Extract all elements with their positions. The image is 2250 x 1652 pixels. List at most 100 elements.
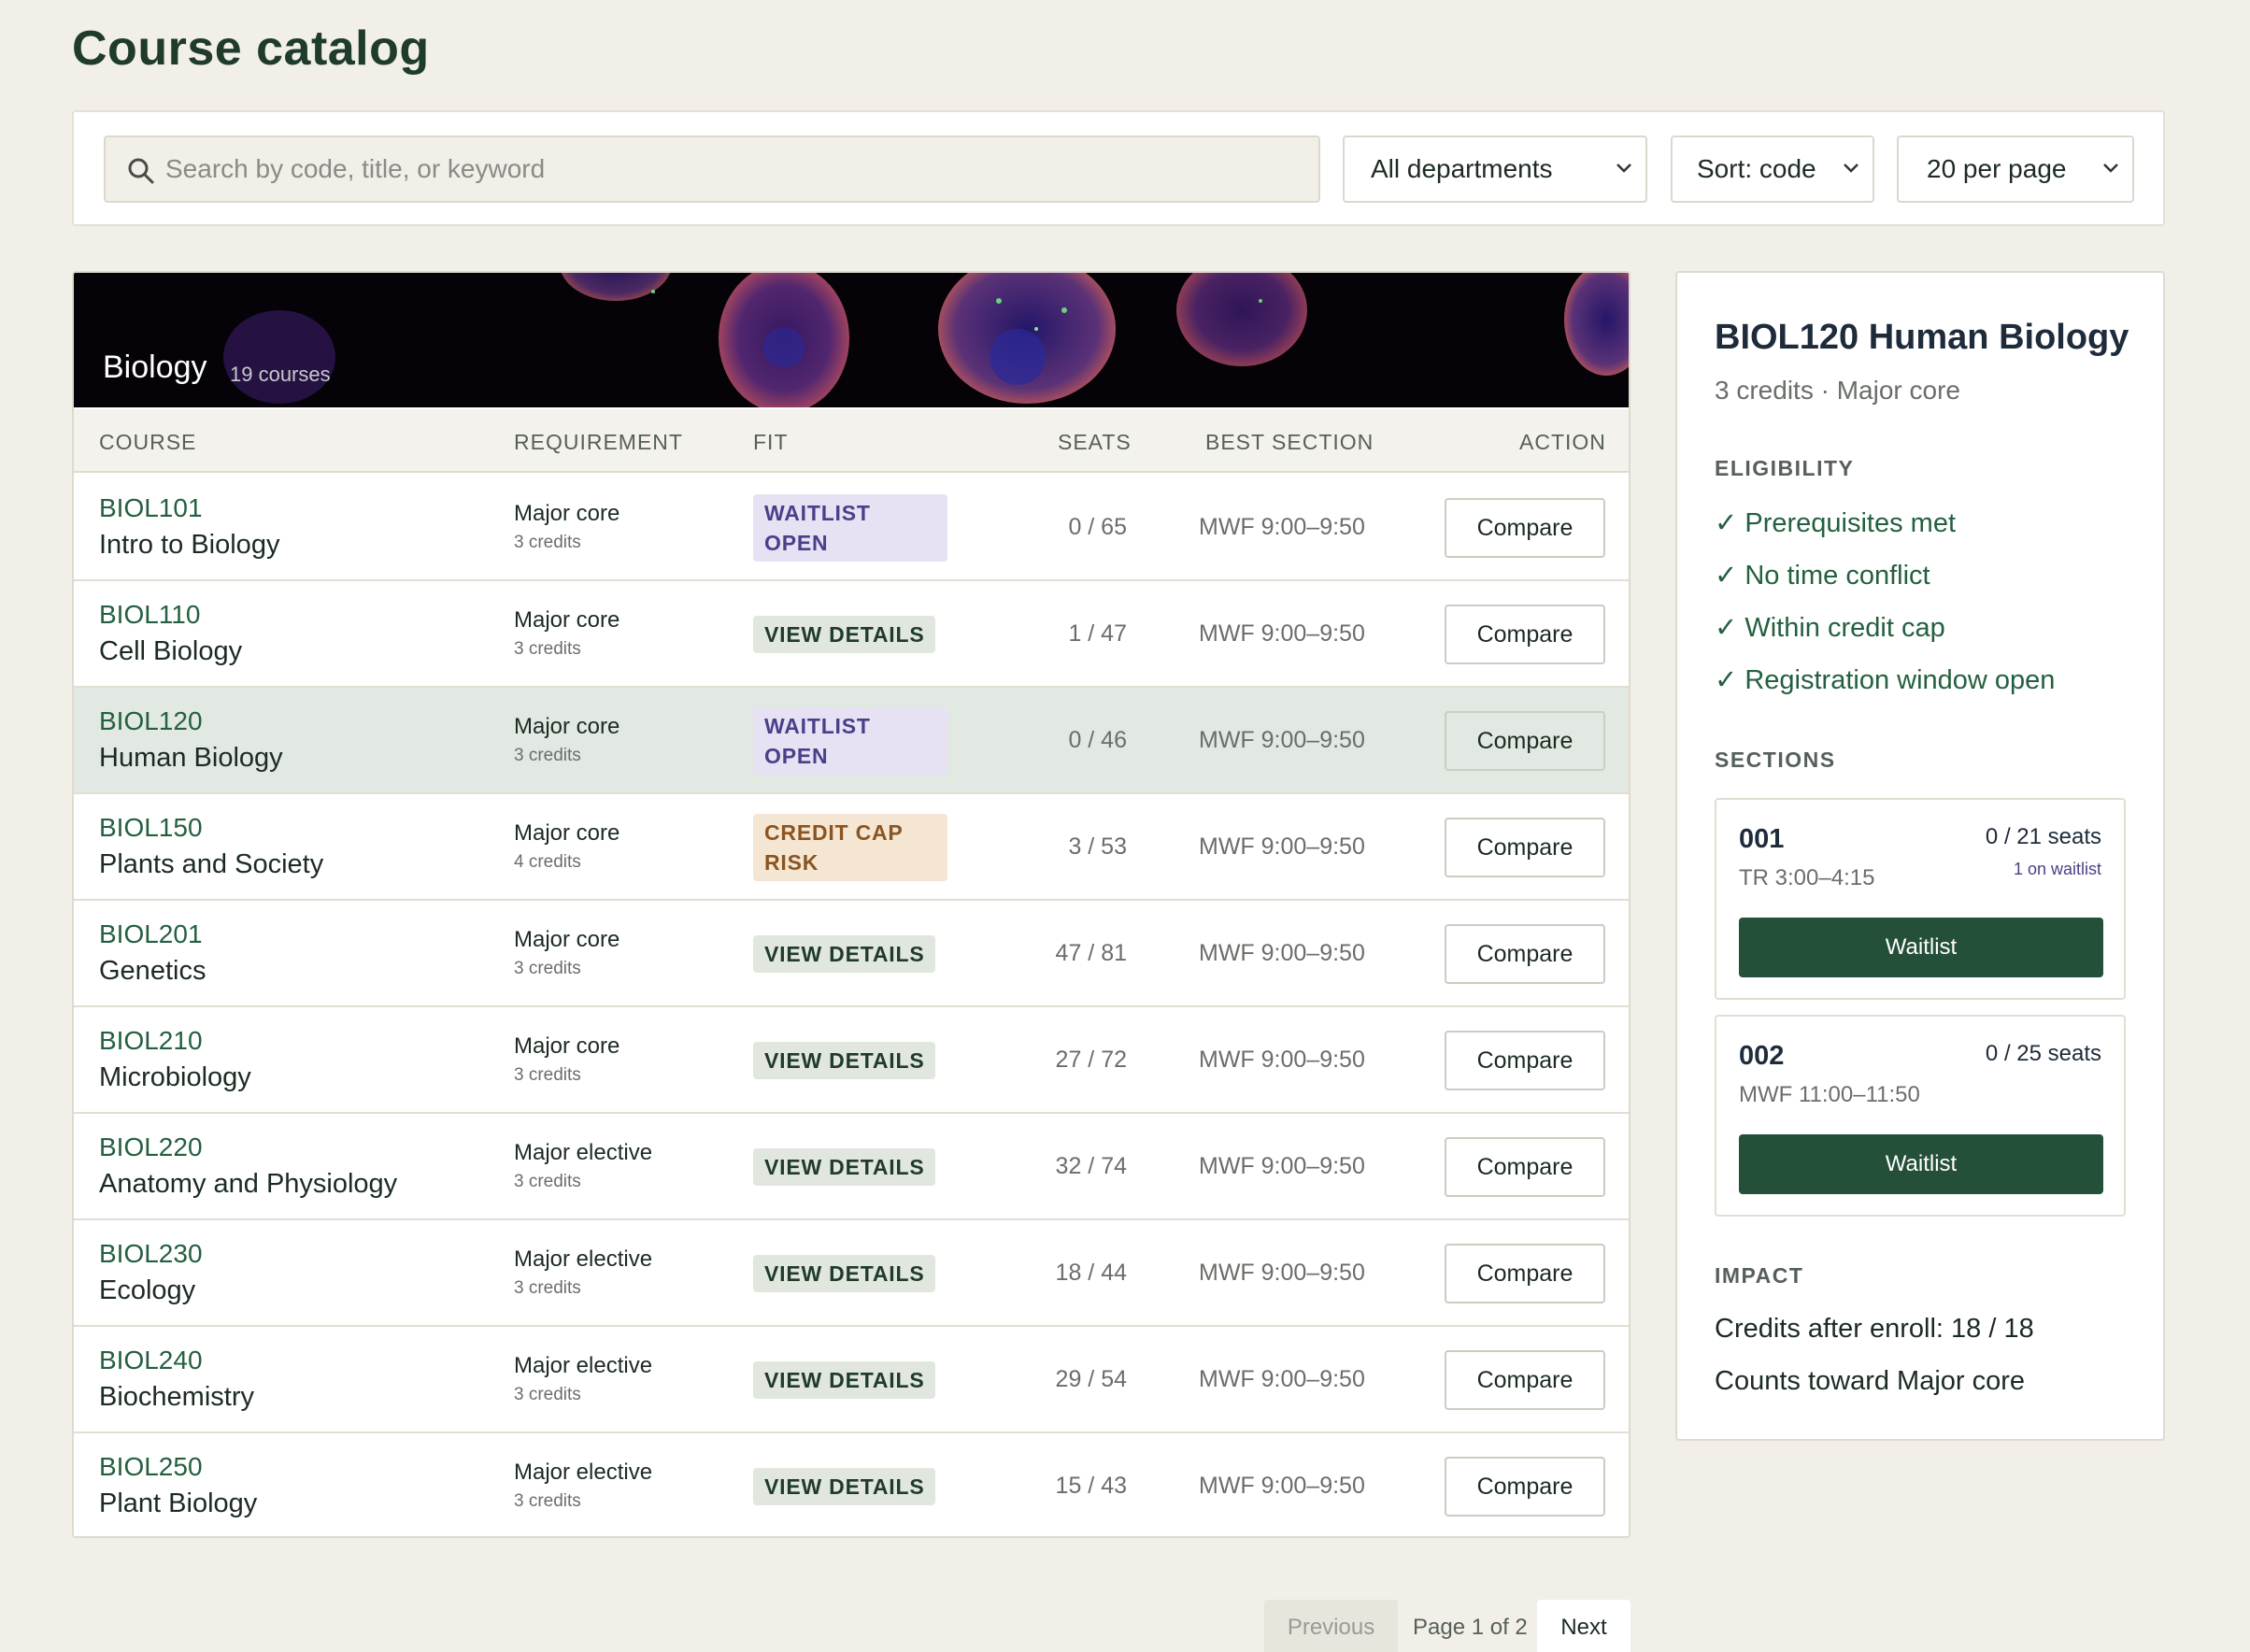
table-row[interactable]: BIOL220 Anatomy and Physiology Major elect… <box>74 1114 1629 1220</box>
compare-button[interactable]: Compare <box>1445 1137 1605 1197</box>
fit-badge[interactable]: VIEW DETAILS <box>753 1148 936 1186</box>
course-code-link[interactable]: BIOL101 <box>99 493 203 523</box>
seats-count: 15 / 43 <box>1055 1473 1127 1499</box>
course-code-link[interactable]: BIOL201 <box>99 919 203 949</box>
table-row[interactable]: BIOL101 Intro to Biology Major core 3 credi… <box>74 475 1629 581</box>
table-row[interactable]: BIOL210 Microbiology Major core 3 credits VI… <box>74 1007 1629 1114</box>
fit-badge[interactable]: VIEW DETAILS <box>753 935 936 973</box>
course-code-link[interactable]: BIOL250 <box>99 1452 203 1482</box>
fit-badge[interactable]: VIEW DETAILS <box>753 616 936 653</box>
course-code-link[interactable]: BIOL150 <box>99 813 203 843</box>
search-input[interactable] <box>165 137 1305 201</box>
table-row[interactable]: BIOL150 Plants and Society Major core 4 cre… <box>74 794 1629 901</box>
filter-bar: All departments Sort: code 20 per page <box>72 110 2165 226</box>
per-page-select[interactable]: 20 per page <box>1897 135 2134 203</box>
section-time: MWF 11:00–11:50 <box>1739 1082 1920 1107</box>
best-section-time: MWF 9:00–9:50 <box>1199 1153 1365 1179</box>
impact-requirement: Counts toward Major core <box>1715 1366 2026 1396</box>
page-indicator: Page 1 of 2 <box>1413 1615 1528 1640</box>
course-table: Biology 19 courses COURSE REQUIREMENT FI… <box>72 271 1631 1538</box>
sort-select[interactable]: Sort: code <box>1671 135 1874 203</box>
compare-button[interactable]: Compare <box>1445 1350 1605 1410</box>
search-icon <box>128 158 154 184</box>
section-seats: 0 / 25 seats <box>1985 1041 2101 1066</box>
eligibility-item: ✓ Within credit cap <box>1715 613 1945 643</box>
section-card: 002 0 / 25 seats MWF 11:00–11:50 Waitlis… <box>1715 1015 2126 1217</box>
requirement-type: Major core <box>514 501 620 526</box>
best-section-time: MWF 9:00–9:50 <box>1199 1260 1365 1286</box>
header-fit: FIT <box>753 430 789 454</box>
requirement-type: Major core <box>514 820 620 846</box>
compare-button[interactable]: Compare <box>1445 711 1605 771</box>
section-time: TR 3:00–4:15 <box>1739 865 1875 890</box>
best-section-time: MWF 9:00–9:50 <box>1199 620 1365 647</box>
seats-count: 18 / 44 <box>1055 1260 1127 1286</box>
chevron-down-icon <box>1844 164 1858 173</box>
section-seats: 0 / 21 seats <box>1985 824 2101 849</box>
impact-heading: IMPACT <box>1715 1263 1804 1288</box>
department-select[interactable]: All departments <box>1343 135 1647 203</box>
requirement-type: Major elective <box>514 1246 653 1272</box>
course-code-link[interactable]: BIOL220 <box>99 1132 203 1162</box>
search-box[interactable] <box>104 135 1320 203</box>
header-action: ACTION <box>1519 430 1606 454</box>
table-row[interactable]: BIOL120 Human Biology Major core 3 credits W… <box>74 688 1629 794</box>
compare-button[interactable]: Compare <box>1445 498 1605 558</box>
course-title: Biochemistry <box>99 1382 254 1412</box>
fit-badge[interactable]: WAITLIST OPEN <box>753 494 947 562</box>
compare-button[interactable]: Compare <box>1445 1031 1605 1090</box>
course-code-link[interactable]: BIOL240 <box>99 1346 203 1375</box>
table-row[interactable]: BIOL110 Cell Biology Major core 3 credits VI… <box>74 581 1629 688</box>
requirement-type: Major core <box>514 1033 620 1059</box>
next-page-button[interactable]: Next <box>1537 1600 1631 1652</box>
course-credits: 3 credits <box>514 959 581 978</box>
table-row[interactable]: BIOL201 Genetics Major core 3 credits VIEW D… <box>74 901 1629 1007</box>
detail-title: BIOL120 Human Biology <box>1715 318 2129 357</box>
header-best-section: BEST SECTION <box>1205 430 1374 454</box>
fit-badge[interactable]: VIEW DETAILS <box>753 1042 936 1079</box>
table-row[interactable]: BIOL250 Plant Biology Major elective 3 cred… <box>74 1433 1629 1536</box>
seats-count: 47 / 81 <box>1055 940 1127 966</box>
header-course: COURSE <box>99 430 197 454</box>
course-title: Anatomy and Physiology <box>99 1169 398 1199</box>
table-row[interactable]: BIOL230 Ecology Major elective 3 credits VIE… <box>74 1220 1629 1327</box>
sort-select-value: Sort: code <box>1697 154 1816 183</box>
previous-page-button[interactable]: Previous <box>1264 1600 1398 1652</box>
course-title: Ecology <box>99 1275 196 1305</box>
section-card: 001 0 / 21 seats 1 on waitlist TR 3:00–4… <box>1715 798 2126 1000</box>
compare-button[interactable]: Compare <box>1445 924 1605 984</box>
course-credits: 3 credits <box>514 746 581 765</box>
fit-badge[interactable]: VIEW DETAILS <box>753 1255 936 1292</box>
course-code-link[interactable]: BIOL210 <box>99 1026 203 1056</box>
fit-badge[interactable]: CREDIT CAP RISK <box>753 814 947 881</box>
compare-button[interactable]: Compare <box>1445 1457 1605 1517</box>
best-section-time: MWF 9:00–9:50 <box>1199 1473 1365 1499</box>
course-title: Microbiology <box>99 1062 251 1092</box>
course-credits: 3 credits <box>514 639 581 659</box>
compare-button[interactable]: Compare <box>1445 1244 1605 1303</box>
seats-count: 1 / 47 <box>1068 620 1127 647</box>
department-banner: Biology 19 courses <box>74 273 1629 407</box>
compare-button[interactable]: Compare <box>1445 818 1605 877</box>
table-header: COURSE REQUIREMENT FIT SEATS BEST SECTIO… <box>74 409 1629 473</box>
requirement-type: Major core <box>514 714 620 739</box>
fit-badge[interactable]: VIEW DETAILS <box>753 1468 936 1505</box>
waitlist-button[interactable]: Waitlist <box>1739 918 2103 977</box>
course-code-link[interactable]: BIOL110 <box>99 600 200 630</box>
course-title: Plant Biology <box>99 1488 258 1518</box>
course-code-link[interactable]: BIOL230 <box>99 1239 203 1269</box>
sections-heading: SECTIONS <box>1715 748 1836 772</box>
course-code-link[interactable]: BIOL120 <box>99 706 203 736</box>
course-count: 19 courses <box>230 363 331 386</box>
course-title: Intro to Biology <box>99 530 280 560</box>
waitlist-button[interactable]: Waitlist <box>1739 1134 2103 1194</box>
seats-count: 0 / 46 <box>1068 727 1127 753</box>
course-title: Cell Biology <box>99 636 243 666</box>
fit-badge[interactable]: WAITLIST OPEN <box>753 707 947 775</box>
course-title: Plants and Society <box>99 849 324 879</box>
course-credits: 3 credits <box>514 1491 581 1511</box>
compare-button[interactable]: Compare <box>1445 605 1605 664</box>
table-row[interactable]: BIOL240 Biochemistry Major elective 3 credi… <box>74 1327 1629 1433</box>
fit-badge[interactable]: VIEW DETAILS <box>753 1361 936 1399</box>
eligibility-item: ✓ Prerequisites met <box>1715 508 1956 538</box>
